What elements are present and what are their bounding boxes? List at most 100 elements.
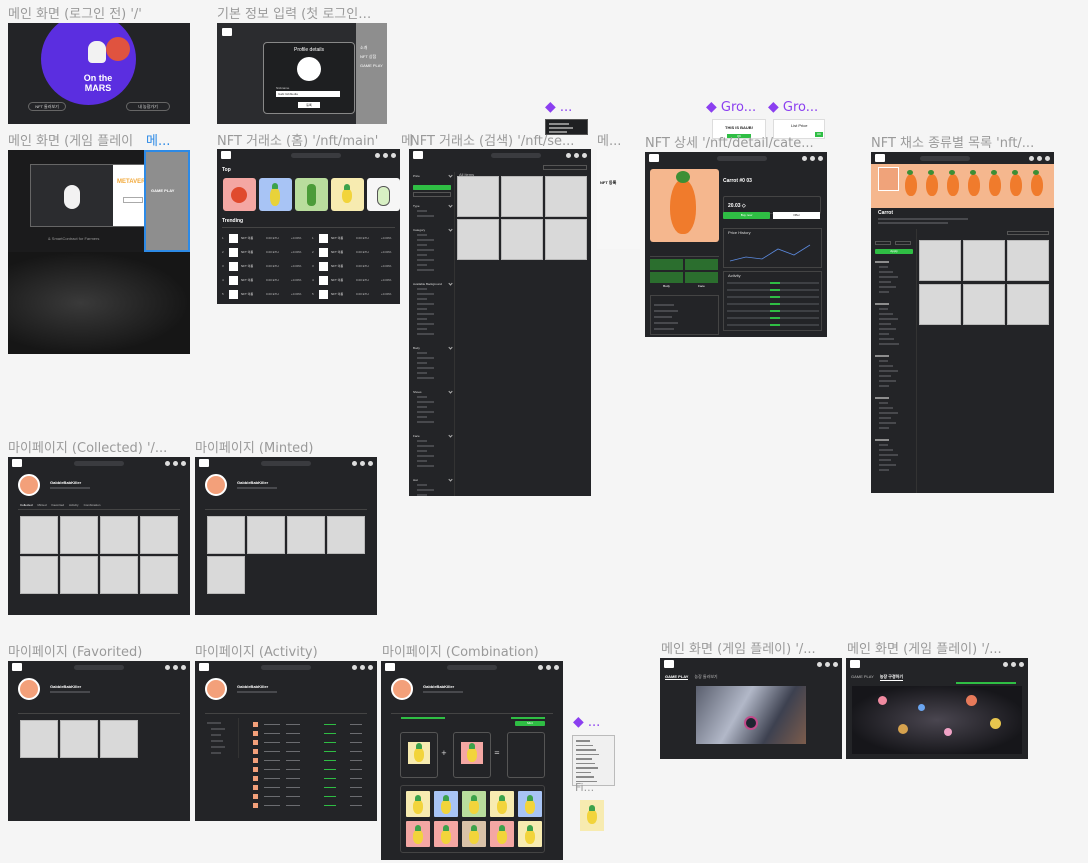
filter-section-title[interactable]: Available Background — [413, 282, 442, 286]
filter-option[interactable] — [879, 266, 888, 268]
filter-option[interactable] — [417, 411, 434, 413]
dropdown-item[interactable] — [576, 762, 595, 764]
filter-option[interactable] — [417, 293, 434, 295]
nft-card[interactable] — [331, 178, 364, 211]
filter-option[interactable] — [417, 450, 427, 452]
filter-section-title[interactable] — [875, 355, 889, 357]
inventory-nft-card[interactable] — [490, 791, 514, 817]
dropdown-item[interactable] — [576, 744, 593, 746]
avatar[interactable] — [1011, 661, 1016, 667]
filter-option[interactable] — [879, 323, 891, 325]
nft-grid-cell[interactable] — [207, 556, 245, 594]
nft-card[interactable] — [367, 178, 400, 211]
search-input[interactable] — [74, 664, 124, 670]
filter-option[interactable] — [417, 328, 427, 330]
filter-option[interactable] — [417, 269, 434, 271]
tab-favorited[interactable]: Favorited — [52, 503, 65, 507]
filter-option[interactable] — [417, 401, 434, 403]
inventory-nft-card[interactable] — [434, 791, 458, 817]
inventory-nft-card[interactable] — [406, 821, 430, 847]
dropdown-item[interactable] — [576, 771, 591, 773]
frame-label-home-login[interactable]: 메인 화면 (로그인 전) '/' — [8, 3, 168, 22]
nft-grid-cell[interactable] — [140, 556, 178, 594]
filter-section-title[interactable] — [875, 439, 889, 441]
frame-label-mypage-minted[interactable]: 마이페이지 (Minted) — [195, 437, 370, 456]
search-input[interactable] — [74, 460, 124, 466]
table-row[interactable] — [243, 775, 371, 782]
side-menu-item-intro[interactable]: 소개 — [360, 43, 387, 52]
nft-grid-cell[interactable] — [457, 176, 499, 217]
avatar[interactable] — [574, 152, 579, 158]
search-input[interactable] — [291, 152, 341, 158]
combine-result-slot[interactable] — [507, 732, 545, 778]
filter-option[interactable] — [417, 259, 434, 261]
price-max-input[interactable] — [413, 192, 451, 197]
menu-icon[interactable] — [1045, 155, 1050, 161]
tab-collected[interactable]: Collected — [20, 503, 33, 507]
nft-card[interactable] — [295, 178, 328, 211]
frame-nft-category[interactable]: Carrot Apply — [871, 152, 1054, 493]
table-row[interactable]: 1 NFT 이름 0.00 ETH +0.00% — [312, 233, 397, 243]
frame-label-nft-main[interactable]: NFT 거래소 (홈) '/nft/main' — [217, 130, 387, 149]
nft-grid-cell[interactable] — [207, 516, 245, 554]
table-row[interactable]: 2 NFT 이름 0.00 ETH +0.00% — [222, 247, 307, 257]
nft-grid-cell[interactable] — [247, 516, 285, 554]
filter-option[interactable] — [879, 449, 893, 451]
planet-icon[interactable] — [878, 696, 887, 705]
filter-option[interactable] — [417, 421, 434, 423]
nft-card[interactable] — [259, 178, 292, 211]
filter-section-title[interactable]: Category — [413, 228, 425, 232]
frame-label-mypage-activity[interactable]: 마이페이지 (Activity) — [195, 641, 370, 660]
tab-combination[interactable]: Combination — [84, 503, 101, 507]
frame-mypage-activity[interactable]: GabbleBabKiller — [195, 661, 377, 821]
avatar[interactable] — [173, 664, 178, 670]
table-row[interactable]: 5 NFT 이름 0.00 ETH +0.00% — [312, 289, 397, 299]
frame-label-profile[interactable]: 기본 정보 입력 (첫 로그인… — [217, 3, 377, 22]
apply-button[interactable]: Apply — [875, 249, 913, 254]
nft-card[interactable] — [223, 178, 256, 211]
filter-option[interactable] — [417, 234, 427, 236]
nft-grid-cell[interactable] — [327, 516, 365, 554]
table-row[interactable] — [243, 802, 371, 809]
bell-icon[interactable] — [165, 664, 170, 670]
side-menu-item-shop[interactable]: NFT 상점 — [360, 52, 387, 61]
table-row[interactable] — [243, 721, 371, 728]
filter-option[interactable] — [417, 460, 427, 462]
chevron-down-icon[interactable] — [448, 227, 453, 232]
filter-section-title[interactable] — [875, 397, 889, 399]
filter-option[interactable] — [417, 455, 434, 457]
avatar[interactable] — [546, 664, 551, 670]
filter-option[interactable] — [417, 254, 427, 256]
my-farm-button[interactable]: 내 농장가기 — [126, 102, 170, 111]
filter-option[interactable] — [417, 489, 434, 491]
gameplay-menu-item[interactable]: GAME PLAY — [151, 188, 188, 193]
filter-option[interactable] — [417, 244, 427, 246]
filter-section-title[interactable] — [875, 303, 889, 305]
dropdown-item[interactable] — [576, 753, 599, 755]
component-group-label[interactable]: ◆ ... — [545, 99, 572, 115]
filter-option[interactable] — [417, 362, 427, 364]
filter-option[interactable] — [417, 288, 427, 290]
avatar[interactable] — [383, 152, 388, 158]
menu-icon[interactable] — [818, 155, 823, 161]
dropdown-item[interactable] — [576, 749, 596, 751]
avatar[interactable] — [810, 155, 815, 161]
chevron-down-icon[interactable] — [448, 281, 453, 286]
tab-farm-view[interactable]: 농장 구경하기 — [879, 674, 904, 681]
frame-mypage-combination[interactable]: GabbleBabKiller Mint + = — [381, 661, 563, 860]
search-input[interactable] — [447, 664, 497, 670]
filter-option[interactable] — [879, 375, 891, 377]
filter-option[interactable] — [417, 484, 427, 486]
filter-option[interactable] — [879, 370, 898, 372]
game-scene[interactable] — [696, 686, 806, 744]
table-row[interactable]: 2 NFT 이름 0.00 ETH +0.00% — [312, 247, 397, 257]
frame-label-mypage-collected[interactable]: 마이페이지 (Collected) '/... — [8, 437, 183, 456]
filter-option[interactable] — [417, 215, 434, 217]
table-row[interactable] — [243, 793, 371, 800]
table-row[interactable]: 1 NFT 이름 0.00 ETH +0.00% — [222, 233, 307, 243]
apply-button[interactable] — [413, 185, 451, 190]
planet-icon[interactable] — [966, 695, 977, 706]
filter-option[interactable] — [417, 372, 427, 374]
nft-grid-cell[interactable] — [545, 176, 587, 217]
dropdown-menu-component[interactable] — [572, 735, 615, 786]
